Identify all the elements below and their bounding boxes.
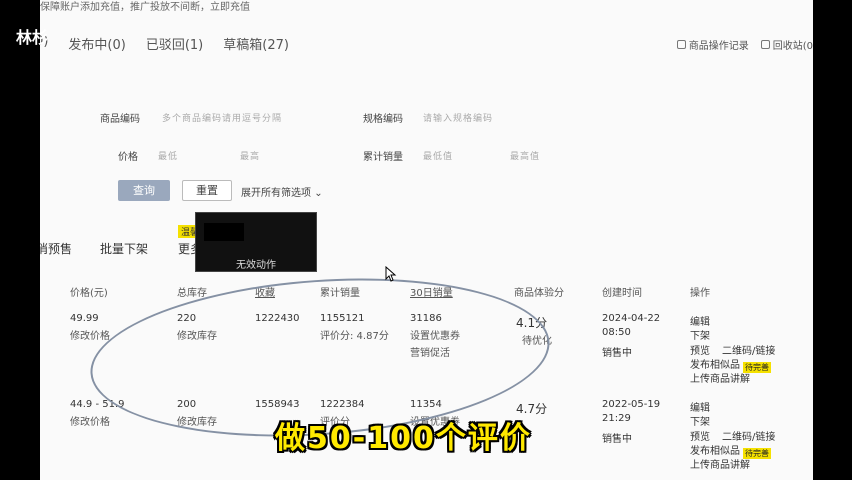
preview-link[interactable]: 预览 — [690, 428, 710, 443]
preview-link[interactable]: 预览 — [690, 342, 710, 357]
qr-link[interactable]: 二维码/链接 — [722, 342, 775, 357]
sales-label: 累计销量 — [363, 152, 403, 163]
created-date: 2024-04-22 — [602, 313, 661, 324]
publish-similar-link[interactable]: 发布相似品 — [690, 442, 740, 457]
price-min-input[interactable]: 最低 — [158, 149, 178, 162]
qr-link[interactable]: 二维码/链接 — [722, 428, 775, 443]
publish-similar-link[interactable]: 发布相似品 — [690, 356, 740, 371]
price-label: 价格 — [118, 152, 138, 163]
subtitle-caption: 做50-100个评价 — [275, 421, 532, 456]
tooltip-text: 无效动作 — [236, 260, 276, 271]
corner-watermark: 林杉 — [16, 28, 49, 47]
col-price[interactable]: 价格(元) — [70, 284, 108, 299]
status-text: 销售中 — [602, 434, 632, 445]
bulk-off-shelf-button[interactable]: 批量下架 — [100, 240, 148, 257]
created-time: 21:29 — [602, 413, 631, 424]
status-tabs: (0) 发布中(0) 已驳回(1) 草稿箱(27) — [40, 34, 289, 53]
spec-code-input[interactable]: 请输入规格编码 — [423, 111, 493, 124]
tab-drafts[interactable]: 草稿箱(27) — [223, 34, 289, 53]
cancel-presale-button[interactable]: 消预售 — [40, 240, 72, 257]
expand-filters-link[interactable]: 展开所有筛选项 ⌄ — [241, 184, 323, 199]
top-notice[interactable]: 保障账户添加充值，推广投放不间断，立即充值 — [40, 0, 250, 13]
product-code-label: 商品编码 — [100, 114, 140, 125]
col-exp-score: 商品体验分 — [514, 288, 564, 299]
right-letterbox — [813, 0, 852, 480]
col-ops: 操作 — [690, 288, 710, 299]
upload-video-link[interactable]: 上传商品讲解 — [690, 456, 750, 471]
col-created[interactable]: 创建时间 — [602, 284, 642, 299]
row-price: 49.99 — [70, 313, 99, 324]
edit-price-link[interactable]: 修改价格 — [70, 413, 110, 428]
trash-icon — [760, 40, 770, 49]
off-shelf-link[interactable]: 下架 — [690, 413, 710, 428]
chevron-down-icon: ⌄ — [314, 188, 323, 199]
price-max-input[interactable]: 最高 — [240, 149, 260, 162]
top-links: 商品操作记录 回收站(0 — [676, 37, 813, 52]
tab-publishing[interactable]: 发布中(0) — [68, 34, 125, 53]
tooltip-popup: 无效动作 — [195, 212, 317, 272]
query-button[interactable]: 查询 — [118, 180, 170, 201]
edit-log-icon — [676, 40, 686, 49]
edit-link[interactable]: 编辑 — [690, 313, 710, 328]
reset-button[interactable]: 重置 — [182, 180, 232, 201]
redacted-block — [204, 223, 244, 241]
tab-rejected[interactable]: 已驳回(1) — [146, 34, 203, 53]
sales-max-input[interactable]: 最高值 — [510, 149, 540, 162]
pointer-cursor-icon — [385, 266, 397, 282]
product-code-input[interactable]: 多个商品编码请用逗号分隔 — [162, 111, 282, 124]
edit-link[interactable]: 编辑 — [690, 399, 710, 414]
video-frame: 林杉 保障账户添加充值，推广投放不间断，立即充值 (0) 发布中(0) 已驳回(… — [0, 0, 852, 480]
product-management-page: 保障账户添加充值，推广投放不间断，立即充值 (0) 发布中(0) 已驳回(1) … — [40, 0, 813, 480]
recycle-bin-link[interactable]: 回收站(0 — [760, 37, 813, 52]
created-date: 2022-05-19 — [602, 399, 661, 410]
off-shelf-link[interactable]: 下架 — [690, 327, 710, 342]
operation-log-link[interactable]: 商品操作记录 — [676, 37, 749, 52]
created-time: 08:50 — [602, 327, 631, 338]
sales-min-input[interactable]: 最低值 — [423, 149, 453, 162]
status-text: 销售中 — [602, 348, 632, 359]
col-stock[interactable]: 总库存 — [177, 284, 207, 299]
edit-price-link[interactable]: 修改价格 — [70, 327, 110, 342]
upload-video-link[interactable]: 上传商品讲解 — [690, 370, 750, 385]
spec-code-label: 规格编码 — [363, 114, 403, 125]
